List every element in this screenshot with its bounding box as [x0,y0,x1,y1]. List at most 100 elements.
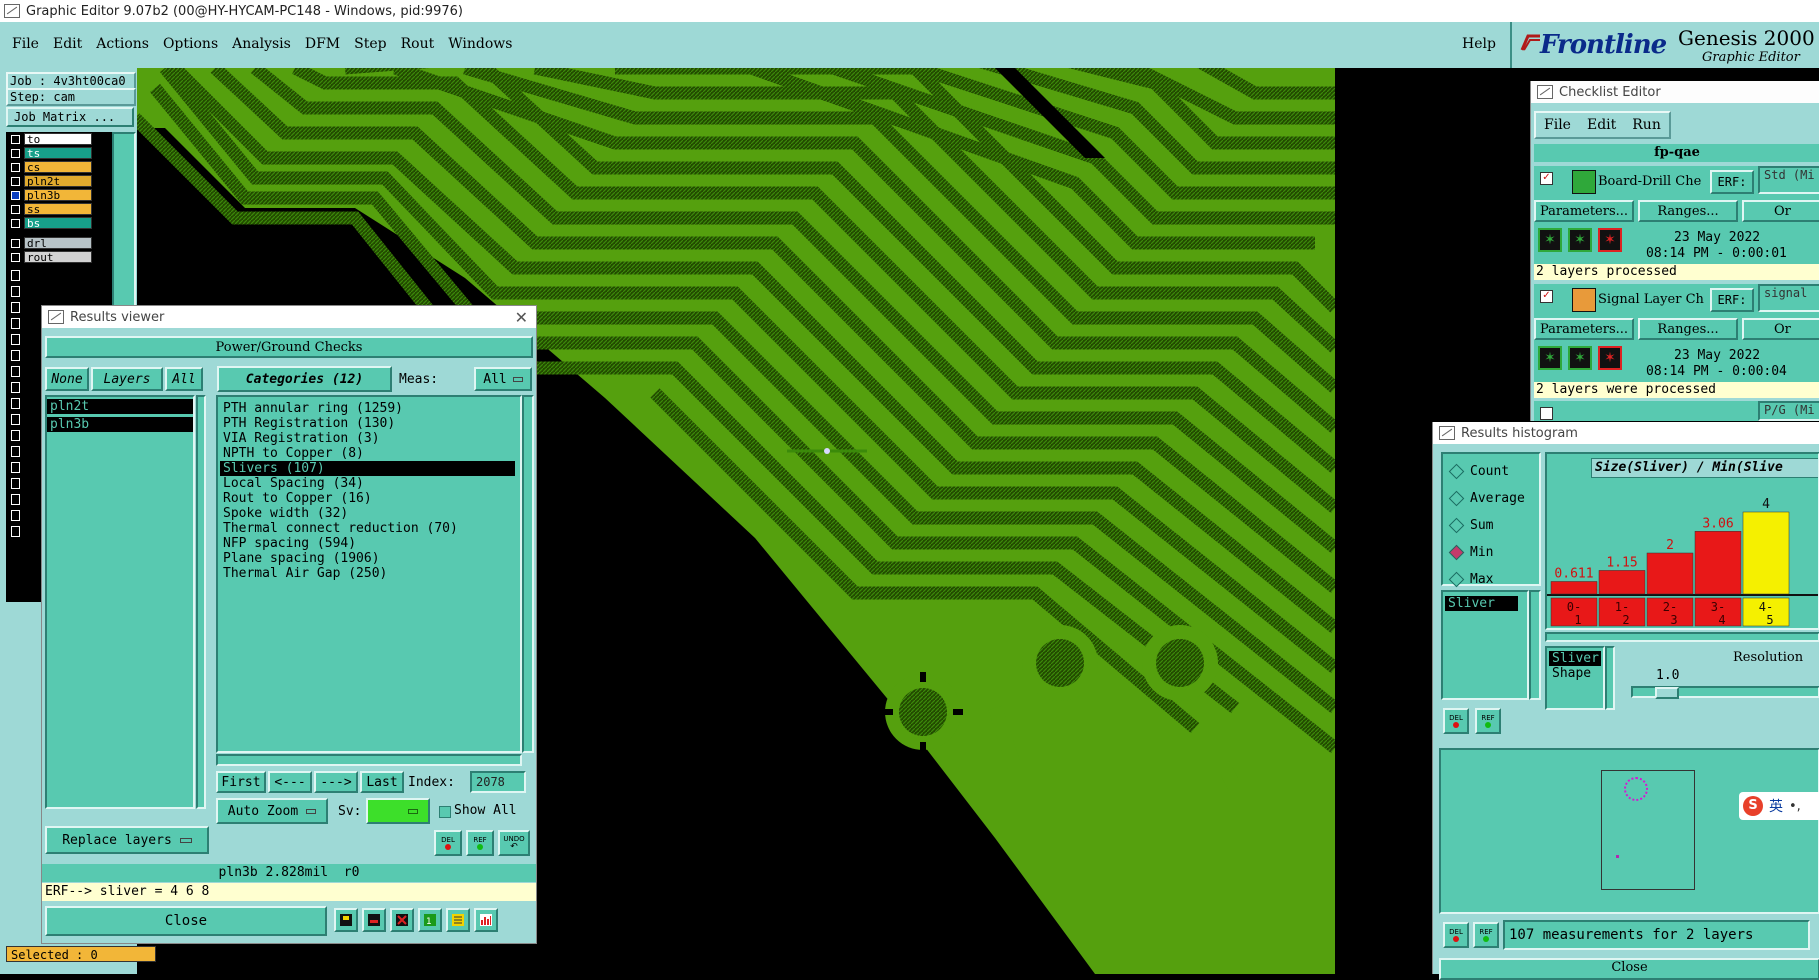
parameters-button[interactable]: Parameters... [1534,200,1634,222]
shape-scroll[interactable] [1605,646,1615,710]
layer-checkbox[interactable] [11,134,20,144]
layer-checkbox[interactable] [11,398,20,409]
ranges-button[interactable]: Ranges... [1638,318,1738,340]
extra-button[interactable]: Or [1742,200,1819,222]
hist-del-button[interactable]: DEL [1443,708,1469,734]
checklist-titlebar[interactable]: Checklist Editor [1531,81,1819,103]
run-icon[interactable]: ✶ [1598,228,1622,252]
layer-row-drl[interactable]: drl [6,236,112,250]
layer-row-pln2t[interactable]: pln2t [6,174,112,188]
layer-row-ts[interactable]: ts [6,146,112,160]
layer-checkbox[interactable] [11,204,20,214]
none-button[interactable]: None [45,367,89,391]
parameters-button[interactable]: Parameters... [1534,318,1634,340]
auto-zoom-dropdown[interactable]: Auto Zoom [216,798,328,824]
checklist-menu-file[interactable]: File [1536,113,1579,137]
menu-file[interactable]: File [12,36,39,52]
layer-checkbox[interactable] [11,382,20,393]
menu-options[interactable]: Options [163,36,218,52]
show-all-checkbox[interactable] [439,806,451,818]
mode-sum[interactable]: Sum [1443,512,1539,539]
menu-analysis[interactable]: Analysis [232,36,291,52]
menu-windows[interactable]: Windows [448,36,512,52]
histogram-bar[interactable] [1742,511,1790,595]
layer-checkbox[interactable] [11,414,20,425]
undo-button[interactable]: UNDO ↶ [498,830,530,856]
histogram-bar[interactable] [1694,531,1742,595]
categories-vscroll[interactable] [522,395,534,753]
run-icon[interactable]: ✶ [1568,228,1592,252]
layer-checkbox[interactable] [11,494,20,505]
layer-checkbox[interactable] [11,526,20,537]
layer-row-cs[interactable]: cs [6,160,112,174]
layer-checkbox[interactable] [11,176,20,186]
run-icon[interactable]: ✶ [1538,346,1562,370]
menu-dfm[interactable]: DFM [305,36,340,52]
checklist-menu-run[interactable]: Run [1624,113,1669,137]
shape-list[interactable]: Sliver Shape [1545,646,1605,710]
layer-checkbox[interactable] [11,510,20,521]
histogram-type-item[interactable]: Sliver [1445,596,1518,611]
extra-button[interactable]: Or [1742,318,1819,340]
mode-average[interactable]: Average [1443,485,1539,512]
category-item[interactable]: NFP spacing (594) [220,536,520,551]
layer-checkbox[interactable] [11,162,20,172]
meas-dropdown[interactable]: All [474,367,532,391]
histogram-type-scroll[interactable] [1529,590,1541,700]
highlight-icon[interactable] [362,908,386,932]
close-icon[interactable]: ✕ [515,308,528,327]
category-item[interactable]: VIA Registration (3) [220,431,520,446]
index-input[interactable]: 2078 [470,771,526,793]
category-item[interactable]: Rout to Copper (16) [220,491,520,506]
categories-hscroll[interactable] [216,754,522,766]
resolution-slider[interactable] [1631,686,1819,699]
category-item[interactable]: Thermal connect reduction (70) [220,521,520,536]
layer-checkbox[interactable] [11,286,20,297]
category-item[interactable]: NPTH to Copper (8) [220,446,520,461]
item-checkbox[interactable]: ✓ [1540,290,1553,303]
prev-button[interactable]: <--- [268,771,312,793]
erf-value[interactable]: P/G (Mi [1758,401,1819,421]
layer-row-to[interactable]: to [6,132,112,146]
histogram-close-button[interactable]: Close [1439,958,1819,980]
category-item[interactable]: PTH Registration (130) [220,416,520,431]
ref-button[interactable]: REF [466,830,494,856]
run-icon[interactable]: ✶ [1538,228,1562,252]
shape-item[interactable]: Sliver [1549,651,1601,666]
layer-checkbox[interactable] [11,334,20,345]
menu-step[interactable]: Step [354,36,386,52]
menu-actions[interactable]: Actions [96,36,149,52]
layer-row-pln3b[interactable]: pln3b [6,188,112,202]
cross-delete-icon[interactable] [390,908,414,932]
shape-item[interactable]: Shape [1549,666,1601,681]
menu-help[interactable]: Help [1462,36,1496,52]
histogram-type-list[interactable]: Sliver [1441,590,1529,700]
category-item[interactable]: Spoke width (32) [220,506,520,521]
numbered-layer-icon[interactable]: 1 [418,908,442,932]
mode-count[interactable]: Count [1443,458,1539,485]
layer-results-item[interactable]: pln2t [47,399,193,414]
hist-ref-button[interactable]: REF [1475,708,1501,734]
sv-color-dropdown[interactable] [366,798,430,824]
layer-checkbox[interactable] [11,270,20,281]
histogram-bar[interactable] [1646,552,1694,595]
menu-edit[interactable]: Edit [53,36,82,52]
erf-value[interactable]: Std (Mi [1758,166,1819,194]
layer-checkbox[interactable] [11,462,20,473]
layer-checkbox[interactable] [11,148,20,158]
layer-checkbox[interactable] [11,430,20,441]
layer-checkbox[interactable] [11,218,20,228]
ime-toolbar[interactable]: S 英 •, [1739,792,1819,820]
layer-row-rout[interactable]: rout [6,250,112,264]
layer-results-list[interactable]: pln2t pln3b [45,395,195,809]
run-icon[interactable]: ✶ [1568,346,1592,370]
replace-layers-button[interactable]: Replace layers [45,826,209,854]
layer-checkbox[interactable] [11,252,20,262]
layer-checkbox[interactable] [11,350,20,361]
histogram-bar[interactable] [1598,570,1646,595]
categories-button[interactable]: Categories (12) [217,366,392,392]
run-icon[interactable]: ✶ [1598,346,1622,370]
item-checkbox[interactable]: ✓ [1540,172,1553,185]
job-matrix-button[interactable]: Job Matrix ... [6,107,134,127]
del-button[interactable]: DEL [434,830,462,856]
